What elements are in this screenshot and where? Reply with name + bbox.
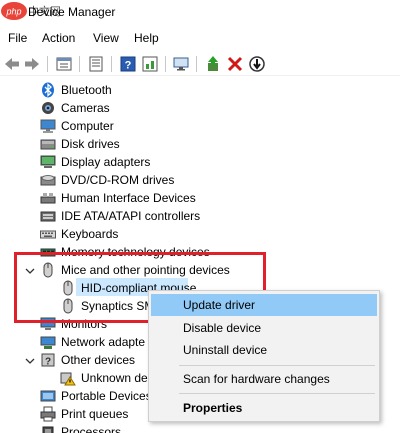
menu-separator bbox=[179, 365, 375, 366]
computer-icon bbox=[40, 119, 56, 133]
uninstall-icon[interactable] bbox=[226, 55, 244, 73]
menu-item-update-driver[interactable]: Update driver bbox=[151, 294, 377, 316]
ide-icon bbox=[40, 211, 56, 222]
portable-icon bbox=[40, 390, 56, 402]
tree-item-label: Computer bbox=[61, 119, 114, 133]
tree-item-label: Other devices bbox=[61, 353, 136, 367]
action-icon[interactable] bbox=[141, 55, 159, 73]
dvd-icon bbox=[40, 175, 56, 186]
tree-item-label: Display adapters bbox=[61, 155, 151, 169]
tree-item-label: Portable Devices bbox=[61, 389, 152, 403]
tree-item-label: Cameras bbox=[61, 101, 110, 115]
tree-item-label: Network adapte bbox=[61, 335, 146, 349]
update-driver-icon[interactable] bbox=[204, 55, 222, 73]
back-arrow-icon[interactable] bbox=[3, 55, 21, 73]
menu-bar: File Action View Help bbox=[0, 28, 400, 50]
toolbar: ? bbox=[0, 52, 400, 76]
menu-item-label: Uninstall device bbox=[183, 343, 268, 357]
menu-separator bbox=[179, 393, 375, 394]
tree-item-label: Processors bbox=[61, 425, 122, 433]
display-icon bbox=[40, 155, 56, 168]
warning-icon bbox=[60, 372, 76, 386]
window-title: Device Manager bbox=[28, 5, 116, 19]
menu-help[interactable]: Help bbox=[134, 31, 159, 45]
toolbar-separator bbox=[79, 56, 80, 72]
tree-item-label: Print queues bbox=[61, 407, 129, 421]
svg-text:php: php bbox=[5, 7, 21, 17]
tree-item-label: Keyboards bbox=[61, 227, 119, 241]
network-icon bbox=[40, 336, 56, 349]
tree-item-label: Bluetooth bbox=[61, 83, 112, 97]
tree-item-label: Human Interface Devices bbox=[61, 191, 196, 205]
scan-hardware-icon[interactable] bbox=[172, 55, 190, 73]
keyboard-icon bbox=[40, 230, 56, 239]
tree-item-label: IDE ATA/ATAPI controllers bbox=[61, 209, 201, 223]
help-icon[interactable]: ? bbox=[119, 55, 137, 73]
disable-icon[interactable] bbox=[248, 55, 266, 73]
toolbar-separator bbox=[165, 56, 166, 72]
menu-action[interactable]: Action bbox=[42, 31, 75, 45]
menu-item-disable-device[interactable]: Disable device bbox=[151, 317, 377, 339]
svg-text:?: ? bbox=[125, 60, 132, 72]
forward-arrow-icon[interactable] bbox=[23, 55, 41, 73]
menu-item-label: Update driver bbox=[183, 298, 256, 312]
processor-icon bbox=[42, 426, 54, 433]
hid-icon bbox=[40, 193, 56, 204]
toolbar-separator bbox=[111, 56, 112, 72]
svg-text:?: ? bbox=[45, 357, 51, 368]
disk-icon bbox=[40, 139, 56, 150]
toolbar-separator bbox=[47, 56, 48, 72]
title-bar: php 中文网 Device Manager bbox=[0, 0, 400, 26]
menu-item-uninstall-device[interactable]: Uninstall device bbox=[151, 339, 377, 361]
camera-icon bbox=[42, 102, 54, 114]
bluetooth-icon bbox=[42, 82, 54, 98]
menu-item-label: Properties bbox=[183, 401, 243, 415]
menu-view[interactable]: View bbox=[93, 31, 119, 45]
menu-item-label: Scan for hardware changes bbox=[183, 372, 330, 386]
tree-item-label: DVD/CD-ROM drives bbox=[61, 173, 175, 187]
other-devices-icon: ? bbox=[41, 353, 55, 368]
printer-icon bbox=[40, 406, 56, 422]
chevron-down-icon[interactable] bbox=[24, 355, 36, 367]
context-menu: Update driver Disable device Uninstall d… bbox=[148, 290, 380, 422]
menu-file[interactable]: File bbox=[8, 31, 27, 45]
properties-icon[interactable] bbox=[55, 55, 73, 73]
tree-item-label: Unknown de bbox=[81, 371, 148, 385]
menu-item-label: Disable device bbox=[183, 321, 262, 335]
show-hidden-icon[interactable] bbox=[87, 55, 105, 73]
menu-item-scan-hardware[interactable]: Scan for hardware changes bbox=[151, 368, 377, 390]
toolbar-separator bbox=[196, 56, 197, 72]
menu-item-properties[interactable]: Properties bbox=[151, 397, 377, 419]
tree-item-label: Disk drives bbox=[61, 137, 120, 151]
